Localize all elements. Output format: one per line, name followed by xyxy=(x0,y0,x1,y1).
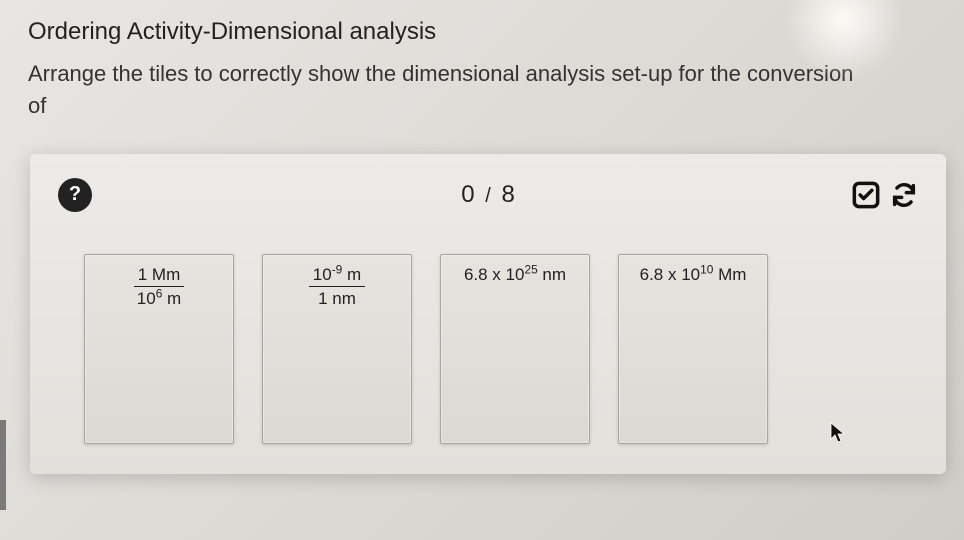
tile-3[interactable]: 6.8 x 1025 nm xyxy=(440,254,590,444)
tile-fraction-bottom: 106 m xyxy=(93,289,225,309)
tile-2[interactable]: 10-9 m 1 nm xyxy=(262,254,412,444)
tile-container: 1 Mm 106 m 10-9 m 1 nm 6.8 x 1025 nm 6.8… xyxy=(58,254,918,444)
activity-title: Ordering Activity-Dimensional analysis xyxy=(28,18,936,46)
tile-1[interactable]: 1 Mm 106 m xyxy=(84,254,234,444)
reset-button[interactable] xyxy=(890,181,918,209)
tile-fraction-bottom: 1 nm xyxy=(271,289,403,309)
refresh-icon xyxy=(890,181,918,209)
help-icon: ? xyxy=(69,183,81,206)
activity-instructions: Arrange the tiles to correctly show the … xyxy=(28,58,936,122)
tile-fraction-top: 10-9 m xyxy=(309,265,365,287)
tile-4[interactable]: 6.8 x 1010 Mm xyxy=(618,254,768,444)
activity-header: Ordering Activity-Dimensional analysis A… xyxy=(0,0,964,122)
activity-card: ? 0 / 8 xyxy=(30,154,946,474)
toolbar: ? 0 / 8 xyxy=(58,178,918,212)
check-icon xyxy=(852,181,880,209)
score-total: 8 xyxy=(501,181,514,208)
tile-value: 6.8 x 1010 Mm xyxy=(640,265,747,284)
tile-value: 6.8 x 1025 nm xyxy=(464,265,566,284)
score-separator: / xyxy=(485,185,491,207)
help-button[interactable]: ? xyxy=(58,178,92,212)
score-current: 0 xyxy=(461,181,474,208)
score-display: 0 / 8 xyxy=(461,181,515,209)
check-button[interactable] xyxy=(852,181,880,209)
tile-fraction-top: 1 Mm xyxy=(134,265,185,287)
